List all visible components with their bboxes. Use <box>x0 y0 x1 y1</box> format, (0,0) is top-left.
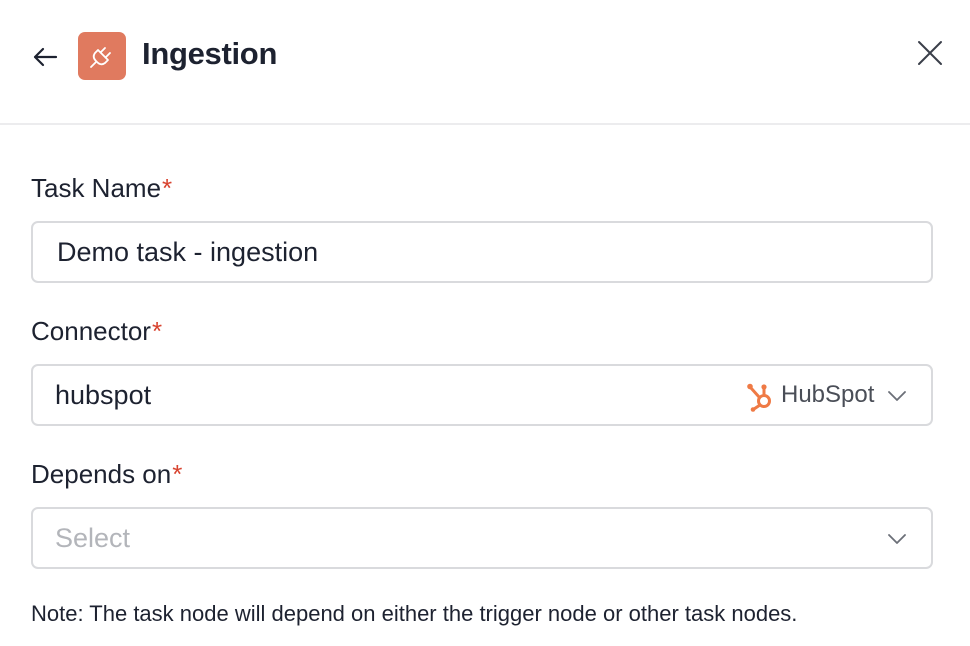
page-title: Ingestion <box>142 36 278 71</box>
connector-badge-label: HubSpot <box>781 381 875 408</box>
connector-label: Connector* <box>31 316 162 347</box>
chevron-down-icon[interactable] <box>887 386 907 406</box>
task-config-panel: Ingestion Task Name* Connector* hubspot <box>0 0 970 646</box>
required-mark: * <box>172 459 183 489</box>
panel-header: Ingestion <box>0 0 970 125</box>
close-button[interactable] <box>912 36 948 70</box>
chevron-down-icon[interactable] <box>887 529 907 549</box>
connector-value: hubspot <box>55 380 152 410</box>
task-name-label: Task Name* <box>31 173 172 204</box>
task-name-field[interactable] <box>31 221 933 283</box>
plug-icon <box>78 32 126 80</box>
task-name-input[interactable] <box>57 223 897 281</box>
depends-on-label: Depends on* <box>31 459 182 490</box>
connector-select[interactable]: hubspot HubSpot <box>31 364 933 426</box>
required-mark: * <box>162 173 173 203</box>
task-name-label-text: Task Name <box>31 173 162 203</box>
depends-on-select[interactable]: Select <box>31 507 933 569</box>
arrow-left-icon <box>33 47 58 67</box>
connector-badge: HubSpot <box>745 378 874 412</box>
depends-on-label-text: Depends on <box>31 459 172 489</box>
hubspot-logo-icon <box>747 383 771 412</box>
dependency-note: Note: The task node will depend on eithe… <box>31 601 798 626</box>
back-button[interactable] <box>26 40 64 74</box>
connector-label-text: Connector <box>31 316 151 346</box>
close-icon <box>918 41 942 65</box>
depends-on-placeholder: Select <box>55 523 131 553</box>
required-mark: * <box>151 316 163 346</box>
